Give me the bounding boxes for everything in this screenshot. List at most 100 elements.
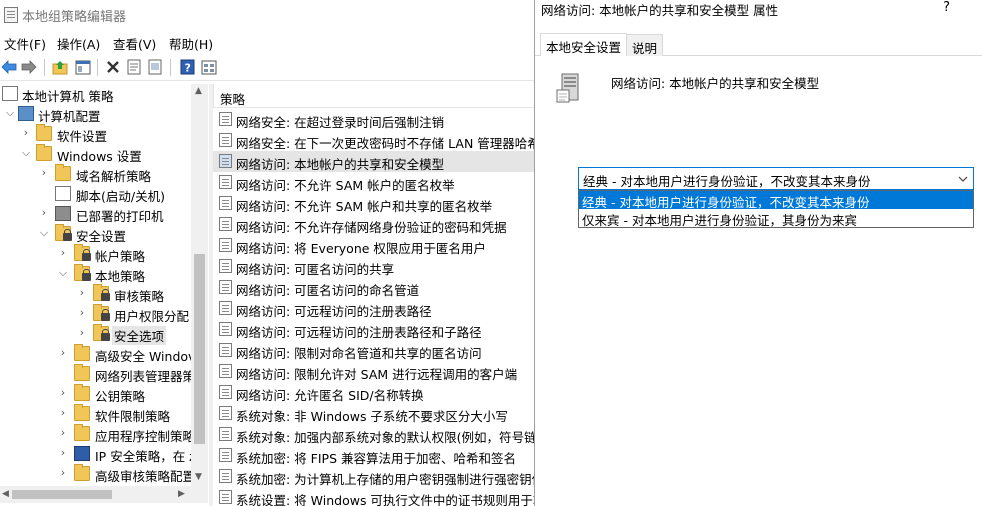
expand-chevron-icon[interactable]: › <box>57 247 69 259</box>
tab-panel: 网络访问: 本地帐户的共享和安全模型 经典 - 对本地用户进行身份验证，不改变其… <box>535 56 982 506</box>
tree-item-label: 高级安全 Windov <box>95 349 196 364</box>
folder-icon <box>74 404 90 421</box>
properties-icon[interactable] <box>125 58 143 76</box>
list-item[interactable]: 网络访问: 可远程访问的注册表路径 <box>213 298 534 319</box>
tab-local-security-setting[interactable]: 本地安全设置 <box>540 33 628 57</box>
expand-chevron-icon[interactable]: › <box>57 407 69 419</box>
list-item[interactable]: 网络访问: 不允许存储网络身份验证的密码和凭据 <box>213 214 534 235</box>
tree-horizontal-scrollbar[interactable]: ◀ ▶ <box>0 486 208 503</box>
menu-file[interactable]: 文件(F) <box>4 34 46 53</box>
menu-view[interactable]: 查看(V) <box>113 34 156 53</box>
collapse-chevron-icon[interactable]: ⌵ <box>20 147 32 159</box>
expand-chevron-icon[interactable]: › <box>57 467 69 479</box>
list-item[interactable]: 网络访问: 允许匿名 SID/名称转换 <box>213 382 534 403</box>
show-tree-icon[interactable] <box>74 58 92 76</box>
list-item[interactable]: 网络访问: 将 Everyone 权限应用于匿名用户 <box>213 235 534 256</box>
list-item[interactable]: 系统对象: 非 Windows 子系统不要求区分大小写 <box>213 403 534 424</box>
printer-icon <box>55 206 71 221</box>
list-item[interactable]: 系统对象: 加强内部系统对象的默认权限(例如，符号链接) <box>213 424 534 445</box>
collapse-chevron-icon[interactable]: ⌵ <box>57 267 69 279</box>
expand-chevron-icon[interactable]: › <box>20 127 32 139</box>
policy-name: 网络访问: 不允许 SAM 帐户的匿名枚举 <box>236 178 455 193</box>
list-item[interactable]: 网络访问: 可匿名访问的共享 <box>213 256 534 277</box>
security-model-select[interactable]: 经典 - 对本地用户进行身份验证，不改变其本来身份 <box>578 167 974 190</box>
tab-strip: 本地安全设置 说明 <box>535 30 982 57</box>
tree-vertical-scrollbar[interactable]: ▲ ▼ <box>191 84 208 486</box>
svg-text:?: ? <box>184 62 190 75</box>
tree-item-label: 应用程序控制策略 <box>95 429 196 444</box>
collapse-chevron-icon[interactable]: ⌵ <box>4 107 16 119</box>
expand-chevron-icon[interactable]: › <box>38 167 50 179</box>
tree-item-label: IP 安全策略，在 z <box>95 449 196 464</box>
policy-icon <box>219 196 232 210</box>
menu-bar: 文件(F) 操作(A) 查看(V) 帮助(H) <box>0 31 534 53</box>
list-item[interactable]: 网络安全: 在下一次更改密码时不存储 LAN 管理器哈希值 <box>213 130 534 151</box>
tree-item-label: 审核策略 <box>114 289 165 304</box>
collapse-chevron-icon[interactable]: ⌵ <box>38 227 50 239</box>
computer-policy-icon <box>2 86 18 101</box>
scroll-up-icon[interactable]: ▲ <box>195 86 202 96</box>
tree-item-label: 安全设置 <box>76 229 127 244</box>
list-item[interactable]: 网络访问: 限制对命名管道和共享的匿名访问 <box>213 340 534 361</box>
list-item[interactable]: 系统设置: 将 Windows 可执行文件中的证书规则用于软件 <box>213 487 534 506</box>
back-arrow-icon[interactable] <box>0 58 18 76</box>
view-icon[interactable] <box>200 58 218 76</box>
expand-chevron-icon[interactable]: › <box>57 347 69 359</box>
delete-icon[interactable] <box>104 58 122 76</box>
tree-item-label: 公钥策略 <box>95 389 146 404</box>
chevron-down-icon[interactable] <box>957 173 969 185</box>
help-button[interactable]: ? <box>943 0 950 15</box>
expand-chevron-icon[interactable]: › <box>76 327 88 339</box>
policy-icon <box>219 175 232 189</box>
scroll-down-icon[interactable]: ▼ <box>195 472 202 482</box>
policy-icon <box>219 133 232 147</box>
tree-item-label: 用户权限分配 <box>114 309 190 324</box>
policy-title: 网络访问: 本地帐户的共享和安全模型 <box>611 76 820 91</box>
policy-icon <box>219 427 232 441</box>
tree-item-label: 安全选项 <box>112 326 167 345</box>
select-value: 经典 - 对本地用户进行身份验证，不改变其本来身份 <box>583 174 871 189</box>
expand-chevron-icon[interactable]: › <box>76 307 88 319</box>
policy-name: 网络安全: 在超过登录时间后强制注销 <box>236 115 445 130</box>
policy-icon <box>219 238 232 252</box>
expand-chevron-icon[interactable]: › <box>57 447 69 459</box>
expand-chevron-icon[interactable]: › <box>57 387 69 399</box>
policy-icon <box>219 343 232 357</box>
scrollbar-thumb[interactable] <box>12 490 112 499</box>
expand-chevron-icon[interactable]: › <box>38 207 50 219</box>
lock-folder-icon <box>93 324 110 341</box>
list-item[interactable]: 系统加密: 为计算机上存储的用户密钥强制进行强密钥保护 <box>213 466 534 487</box>
list-item[interactable]: 网络访问: 可匿名访问的命名管道 <box>213 277 534 298</box>
scroll-left-icon[interactable]: ◀ <box>2 489 9 499</box>
list-item[interactable]: 网络访问: 不允许 SAM 帐户和共享的匿名枚举 <box>213 193 534 214</box>
policy-name: 网络访问: 不允许存储网络身份验证的密码和凭据 <box>236 220 507 235</box>
policy-name: 系统加密: 为计算机上存储的用户密钥强制进行强密钥保护 <box>236 472 534 487</box>
policy-icon <box>219 259 232 273</box>
up-folder-icon[interactable] <box>51 58 69 76</box>
option-classic[interactable]: 经典 - 对本地用户进行身份验证，不改变其本来身份 <box>579 191 973 210</box>
menu-help[interactable]: 帮助(H) <box>169 34 213 53</box>
menu-action[interactable]: 操作(A) <box>57 34 100 53</box>
list-item[interactable]: 网络安全: 在超过登录时间后强制注销 <box>213 109 534 130</box>
list-item[interactable]: 网络访问: 可远程访问的注册表路径和子路径 <box>213 319 534 340</box>
scroll-right-icon[interactable]: ▶ <box>178 489 185 499</box>
tree-item-label: 软件设置 <box>57 129 108 144</box>
policy-name: 网络访问: 可远程访问的注册表路径 <box>236 304 432 319</box>
expand-chevron-icon[interactable]: › <box>57 427 69 439</box>
help-icon[interactable]: ? <box>178 58 196 76</box>
expand-chevron-icon[interactable]: › <box>76 287 88 299</box>
list-item[interactable]: 网络访问: 限制允许对 SAM 进行远程调用的客户端 <box>213 361 534 382</box>
toolbar: ? <box>0 55 534 81</box>
column-header-policy[interactable]: 策略 <box>213 84 534 108</box>
scrollbar-thumb[interactable] <box>194 254 205 444</box>
list-item[interactable]: 网络访问: 不允许 SAM 帐户的匿名枚举 <box>213 172 534 193</box>
tab-explain[interactable]: 说明 <box>626 34 664 57</box>
folder-icon <box>36 124 52 141</box>
option-guest-only[interactable]: 仅来宾 - 对本地用户进行身份验证，其身份为来宾 <box>579 209 973 228</box>
list-item[interactable]: 系统加密: 将 FIPS 兼容算法用于加密、哈希和签名 <box>213 445 534 466</box>
list-item-selected[interactable]: 网络访问: 本地帐户的共享和安全模型 <box>213 151 534 172</box>
policy-icon <box>219 490 232 504</box>
forward-arrow-icon[interactable] <box>20 58 38 76</box>
export-icon[interactable] <box>146 58 164 76</box>
policy-name: 网络访问: 可匿名访问的命名管道 <box>236 283 420 298</box>
